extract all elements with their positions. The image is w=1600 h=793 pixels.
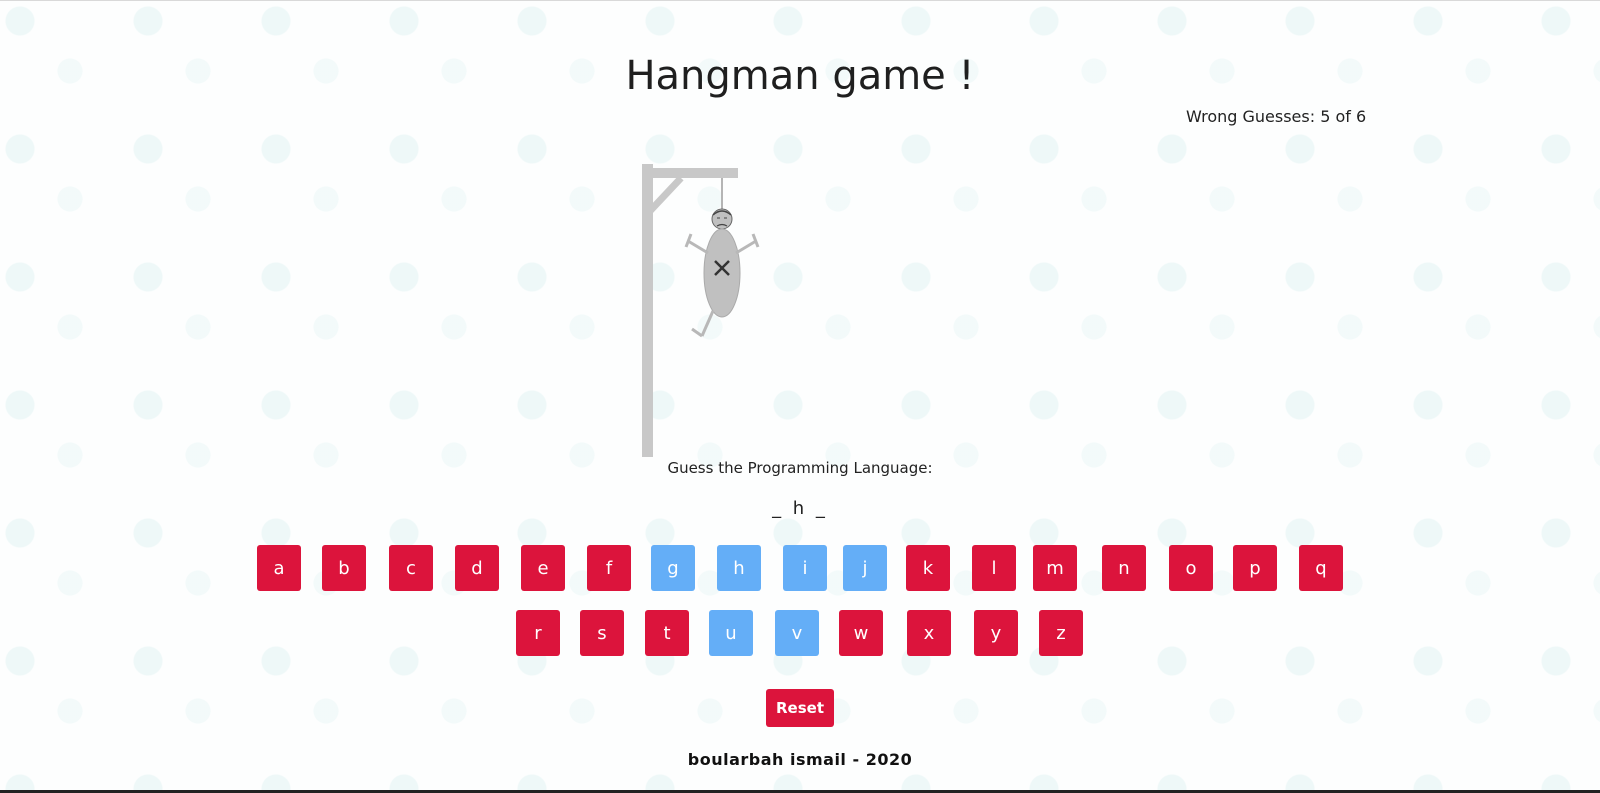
letter-key-g[interactable]: g [651,545,695,591]
hangman-drawing [642,164,760,457]
letter-key-k[interactable]: k [906,545,950,591]
page-title: Hangman game ! [625,53,975,99]
letter-key-d[interactable]: d [455,545,499,591]
reset-button[interactable]: Reset [766,689,834,727]
letter-key-n[interactable]: n [1102,545,1146,591]
letter-key-o[interactable]: o [1169,545,1213,591]
letter-key-z[interactable]: z [1039,610,1083,656]
hangman-left-leg [691,310,715,338]
letter-key-c[interactable]: c [389,545,433,591]
letter-key-w[interactable]: w [839,610,883,656]
letter-key-m[interactable]: m [1033,545,1077,591]
letter-key-b[interactable]: b [322,545,366,591]
letter-key-l[interactable]: l [972,545,1016,591]
letter-key-s[interactable]: s [580,610,624,656]
gallows-brace [647,175,684,214]
letter-key-p[interactable]: p [1233,545,1277,591]
footer-credit: boularbah ismail - 2020 [687,750,913,769]
word-display: _ h _ [772,498,828,519]
letter-key-j[interactable]: j [843,545,887,591]
hangman-left-arm [684,233,709,255]
letter-key-t[interactable]: t [645,610,689,656]
letter-key-y[interactable]: y [974,610,1018,656]
hangman-right-arm [735,233,760,255]
letter-key-i[interactable]: i [783,545,827,591]
letter-key-h[interactable]: h [717,545,761,591]
letter-key-v[interactable]: v [775,610,819,656]
letter-key-u[interactable]: u [709,610,753,656]
gallows-beam [642,168,738,178]
letter-key-a[interactable]: a [257,545,301,591]
hangman-head [711,208,733,230]
letter-key-e[interactable]: e [521,545,565,591]
letter-key-r[interactable]: r [516,610,560,656]
hangman-body [703,228,741,318]
letter-key-x[interactable]: x [907,610,951,656]
letter-key-f[interactable]: f [587,545,631,591]
letter-key-q[interactable]: q [1299,545,1343,591]
word-prompt: Guess the Programming Language: [667,459,933,477]
wrong-guesses-counter: Wrong Guesses: 5 of 6 [1186,107,1367,126]
